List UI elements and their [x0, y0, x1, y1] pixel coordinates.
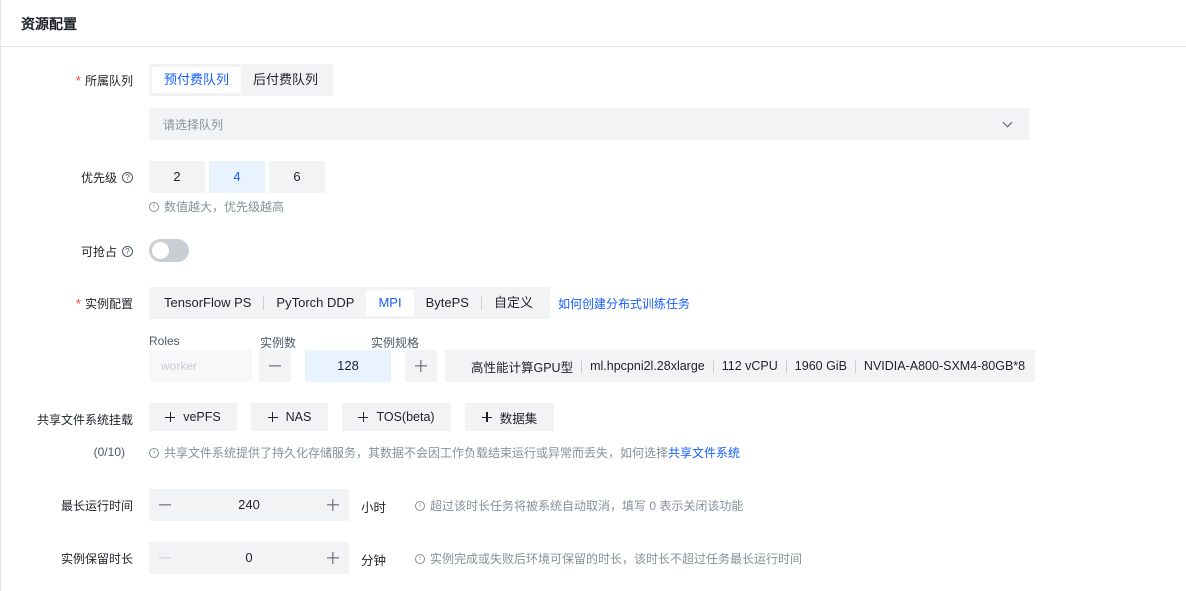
spec-gpu: NVIDIA-A800-SXM4-80GB*8	[863, 359, 1026, 373]
preemptible-label: 可抢占 ?	[41, 235, 133, 267]
add-vepfs-label: vePFS	[183, 410, 221, 424]
preemptible-switch[interactable]	[149, 239, 189, 262]
runtime-decrement-button[interactable]	[149, 489, 181, 521]
plus-icon	[267, 412, 278, 422]
roles-column-label: Roles	[149, 334, 180, 348]
runtime-hint: i 超过该时长任务将被系统自动取消，填写 0 表示关闭该功能	[415, 497, 743, 514]
tab-postpaid-queue[interactable]: 后付费队列	[241, 67, 330, 93]
add-tos-button[interactable]: TOS(beta)	[342, 403, 451, 431]
storage-label: 共享文件系统挂载	[21, 403, 133, 435]
shared-fs-link[interactable]: 共享文件系统	[668, 444, 740, 461]
priority-option-2[interactable]: 2	[149, 161, 205, 193]
tab-byteps[interactable]: BytePS	[414, 290, 481, 316]
queue-label: * 所属队列	[41, 64, 133, 96]
priority-option-6[interactable]: 6	[269, 161, 325, 193]
retention-hint-text: 实例完成或失败后环境可保留的时长，该时长不超过任务最长运行时间	[430, 552, 803, 566]
spec-family: 高性能计算GPU型	[471, 360, 574, 375]
storage-label-text: 共享文件系统挂载	[36, 412, 133, 427]
count-decrement-button[interactable]	[259, 350, 291, 382]
count-increment-button[interactable]	[405, 350, 437, 382]
info-circle-icon: i	[415, 500, 425, 511]
question-circle-icon[interactable]: ?	[122, 171, 133, 183]
distributed-training-help-link[interactable]: 如何创建分布式训练任务	[558, 295, 690, 312]
tab-prepaid-queue[interactable]: 预付费队列	[152, 67, 242, 93]
queue-select[interactable]: 请选择队列	[149, 108, 1029, 140]
runtime-input[interactable]: 240	[181, 489, 317, 521]
info-circle-icon: i	[149, 447, 159, 458]
max-runtime-label-text: 最长运行时间	[60, 498, 133, 513]
required-mark: *	[75, 295, 81, 311]
runtime-unit: 小时	[361, 501, 387, 515]
queue-label-text: 所属队列	[84, 73, 133, 88]
storage-count: (0/10)	[41, 436, 125, 468]
priority-label-text: 优先级	[80, 170, 117, 185]
retention-hint: i 实例完成或失败后环境可保留的时长，该时长不超过任务最长运行时间	[415, 550, 802, 567]
plus-icon	[165, 412, 176, 422]
tab-pytorch-ddp[interactable]: PyTorch DDP	[264, 290, 366, 316]
runtime-hint-text: 超过该时长任务将被系统自动取消，填写 0 表示关闭该功能	[430, 499, 744, 513]
spec-name: ml.hpcpni2l.28xlarge	[590, 359, 705, 373]
add-tos-label: TOS(beta)	[376, 410, 435, 424]
queue-type-tabs: 预付费队列 后付费队列	[149, 64, 334, 96]
role-input[interactable]: worker	[149, 350, 252, 382]
plus-icon	[481, 412, 492, 422]
section-header: 资源配置	[1, 0, 1186, 47]
question-circle-icon[interactable]: ?	[122, 245, 133, 257]
spec-cpu: 112 vCPU	[721, 359, 778, 373]
instance-label: * 实例配置	[41, 287, 133, 319]
preemptible-label-text: 可抢占	[80, 244, 117, 259]
storage-hint-text: 共享文件系统提供了持久化存储服务，其数据不会因工作负载结束运行或异常而丢失，如何…	[164, 446, 669, 460]
storage-count-text: (0/10)	[93, 445, 125, 459]
framework-tabs: TensorFlow PS PyTorch DDP MPI BytePS 自定义	[149, 287, 550, 319]
add-vepfs-button[interactable]: vePFS	[149, 403, 237, 431]
instance-spec-select[interactable]: 高性能计算GPU型 ml.hpcpni2l.28xlarge 112 vCPU …	[445, 350, 1035, 382]
chevron-down-icon	[1002, 117, 1013, 127]
retention-label-text: 实例保留时长	[60, 551, 133, 566]
retention-decrement-button[interactable]	[149, 542, 181, 574]
add-dataset-button[interactable]: 数据集	[465, 403, 554, 431]
priority-hint-text: 数值越大，优先级越高	[164, 200, 285, 214]
add-nas-label: NAS	[285, 410, 312, 424]
resource-config-panel: 资源配置 * 所属队列 预付费队列 后付费队列 请选择队列 优先级 ? 2 4 …	[0, 0, 1186, 591]
priority-label: 优先级 ?	[41, 161, 133, 193]
section-title: 资源配置	[21, 16, 77, 32]
add-dataset-label: 数据集	[499, 411, 538, 426]
spec-column-label: 实例规格	[371, 336, 420, 350]
tab-tensorflow-ps[interactable]: TensorFlow PS	[152, 290, 263, 316]
plus-icon	[358, 412, 369, 422]
instance-label-text: 实例配置	[84, 296, 133, 311]
retention-increment-button[interactable]	[317, 542, 349, 574]
required-mark: *	[75, 72, 81, 88]
tab-custom[interactable]: 自定义	[482, 290, 545, 316]
retention-unit: 分钟	[361, 554, 387, 568]
queue-select-placeholder: 请选择队列	[163, 117, 224, 132]
spec-memory: 1960 GiB	[794, 359, 847, 373]
priority-hint: i 数值越大，优先级越高	[149, 198, 284, 215]
count-input[interactable]: 128	[305, 350, 391, 382]
add-nas-button[interactable]: NAS	[251, 403, 328, 431]
info-circle-icon: i	[149, 201, 159, 212]
runtime-increment-button[interactable]	[317, 489, 349, 521]
priority-option-4[interactable]: 4	[209, 161, 265, 193]
storage-hint: i 共享文件系统提供了持久化存储服务，其数据不会因工作负载结束运行或异常而丢失，…	[149, 444, 740, 461]
retention-label: 实例保留时长	[41, 542, 133, 574]
count-column-label: 实例数	[260, 336, 297, 350]
tab-mpi[interactable]: MPI	[366, 290, 414, 316]
retention-input[interactable]: 0	[181, 542, 317, 574]
info-circle-icon: i	[415, 553, 425, 564]
switch-knob	[152, 242, 169, 259]
max-runtime-label: 最长运行时间	[41, 489, 133, 521]
